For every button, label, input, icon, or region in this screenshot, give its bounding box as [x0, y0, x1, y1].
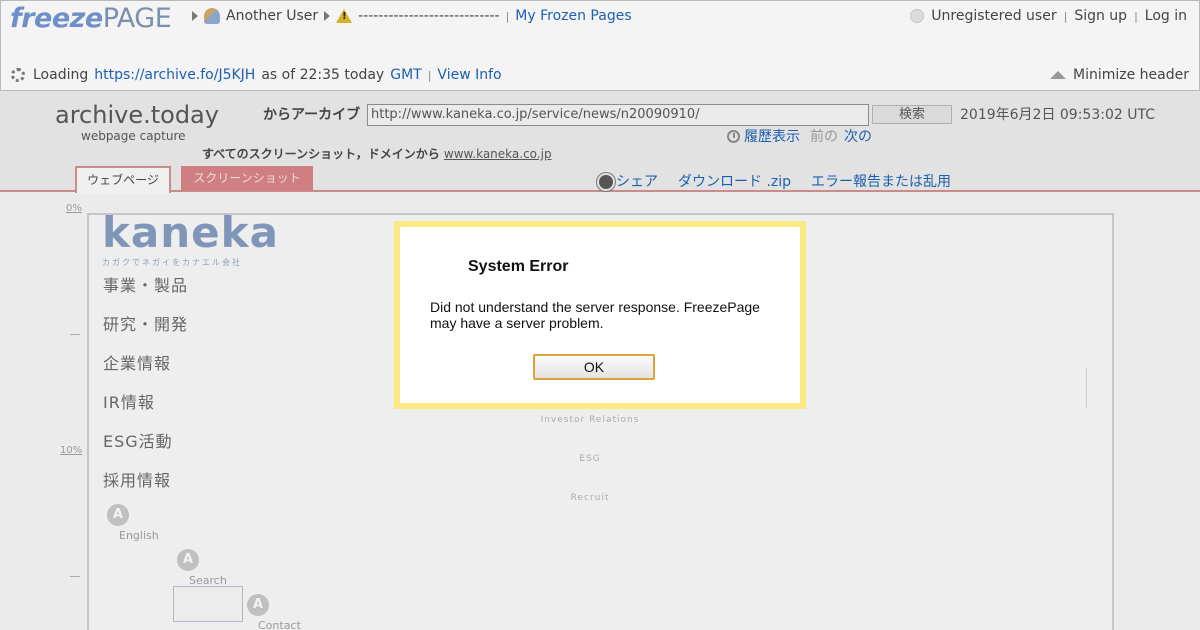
all-screenshots-label: すべてのスクリーンショット，ドメインから	[202, 147, 440, 161]
capture-date: 2019年6月2日 09:53:02 UTC	[960, 107, 1155, 123]
separator: |	[505, 9, 510, 23]
nav-item-products[interactable]: 事業・製品	[103, 272, 188, 296]
ruler-tick	[70, 334, 80, 335]
archive-header: archive.today webpage capture からアーカイブ ht…	[0, 91, 1200, 193]
view-info-link[interactable]: View Info	[437, 67, 501, 83]
nav-sub-recruit: Recruit	[570, 493, 610, 503]
gmt-link[interactable]: GMT	[390, 67, 421, 83]
history-link[interactable]: 履歴表示	[744, 126, 800, 146]
english-label[interactable]: English	[119, 529, 159, 542]
ok-button[interactable]: OK	[533, 354, 655, 380]
contact-label[interactable]: Contact	[258, 619, 301, 630]
kaneka-logo-word: kaneka	[102, 208, 279, 257]
share-link[interactable]: シェア	[599, 171, 658, 191]
dialog-message: Did not understand the server response. …	[430, 299, 760, 331]
archive-title[interactable]: archive.today	[55, 101, 219, 129]
breadcrumb-user[interactable]: Another User	[226, 8, 318, 24]
loading-status: Loading https://archive.fo/J5KJH as of 2…	[11, 65, 502, 85]
nav-sub-esg: ESG	[579, 454, 601, 464]
nav-item-research[interactable]: 研究・開発	[103, 311, 188, 335]
sign-up-link[interactable]: Sign up	[1074, 8, 1127, 24]
minimize-header-label: Minimize header	[1073, 67, 1189, 83]
share-icon	[599, 175, 613, 189]
separator: |	[1063, 9, 1068, 23]
prev-link: 前の	[810, 129, 838, 145]
loading-prefix: Loading	[33, 67, 89, 83]
system-error-dialog: System Error Did not understand the serv…	[394, 221, 806, 409]
ruler-label-10[interactable]: 10%	[60, 445, 82, 456]
freezepage-logo[interactable]: freezePAGE	[10, 3, 172, 34]
tab-webpage[interactable]: ウェブページ	[75, 166, 171, 193]
loading-url-link[interactable]: https://archive.fo/J5KJH	[94, 67, 255, 83]
search-button[interactable]: 検索	[872, 105, 952, 124]
my-frozen-pages-link[interactable]: My Frozen Pages	[515, 8, 631, 24]
search-icon[interactable]: A	[177, 549, 199, 571]
archive-subtitle: webpage capture	[81, 129, 186, 143]
triangle-right-icon	[192, 11, 198, 21]
user-icon	[910, 9, 925, 23]
clock-icon	[727, 129, 740, 143]
archive-from-label: からアーカイブ	[263, 107, 361, 123]
kaneka-logo[interactable]: kaneka カガクでネガイをカナエル会社	[102, 211, 279, 268]
english-icon[interactable]: A	[107, 504, 129, 526]
dialog-title: System Error	[468, 258, 569, 275]
ruler-label-0[interactable]: 0%	[66, 203, 82, 214]
unregistered-user-label: Unregistered user	[931, 8, 1057, 24]
freezepage-header: freezePAGE Another User ----------------…	[0, 0, 1200, 91]
minimize-header-button[interactable]: Minimize header	[1050, 65, 1189, 85]
nav-sub-ir: Investor Relations	[540, 415, 640, 425]
breadcrumb: Another User ---------------------------…	[192, 6, 632, 26]
loading-as-of: as of 22:35 today	[261, 67, 385, 83]
tab-screenshot[interactable]: スクリーンショット	[181, 166, 313, 191]
ruler-tick	[70, 576, 80, 577]
user-menu: Unregistered user | Sign up | Log in	[910, 6, 1187, 26]
triangle-up-icon	[1050, 71, 1066, 79]
download-zip-link[interactable]: ダウンロード .zip	[678, 171, 791, 191]
kaneka-logo-tagline: カガクでネガイをカナエル会社	[102, 258, 242, 267]
all-screenshots-line: すべてのスクリーンショット，ドメインから www.kaneka.co.jp	[202, 145, 552, 162]
nav-item-recruit[interactable]: 採用情報	[103, 467, 171, 491]
nav-item-company[interactable]: 企業情報	[103, 350, 171, 374]
separator: |	[1134, 9, 1138, 23]
warning-icon	[336, 8, 353, 24]
separator: |	[427, 68, 432, 82]
search-input[interactable]	[173, 586, 243, 622]
archive-url-input[interactable]: http://www.kaneka.co.jp/service/news/n20…	[367, 104, 869, 126]
domain-link[interactable]: www.kaneka.co.jp	[444, 147, 552, 161]
spinner-icon	[11, 68, 25, 82]
triangle-right-icon	[324, 11, 331, 21]
archive-actions: シェア ダウンロード .zip エラー報告または乱用	[599, 171, 951, 191]
share-label: シェア	[616, 174, 658, 190]
logo-page-text: PAGE	[102, 3, 172, 34]
users-icon	[204, 8, 220, 24]
next-link[interactable]: 次の	[844, 126, 872, 146]
log-in-link[interactable]: Log in	[1145, 8, 1187, 24]
logo-freeze-text: freeze	[10, 3, 103, 34]
nav-item-ir[interactable]: IR情報	[103, 389, 155, 413]
nav-item-esg[interactable]: ESG活動	[103, 428, 173, 452]
divider	[1086, 368, 1087, 408]
history-nav: 履歴表示 前の 次の	[727, 126, 872, 146]
report-link[interactable]: エラー報告または乱用	[811, 171, 951, 191]
breadcrumb-title: ----------------------------	[358, 8, 500, 24]
contact-icon[interactable]: A	[247, 594, 269, 616]
